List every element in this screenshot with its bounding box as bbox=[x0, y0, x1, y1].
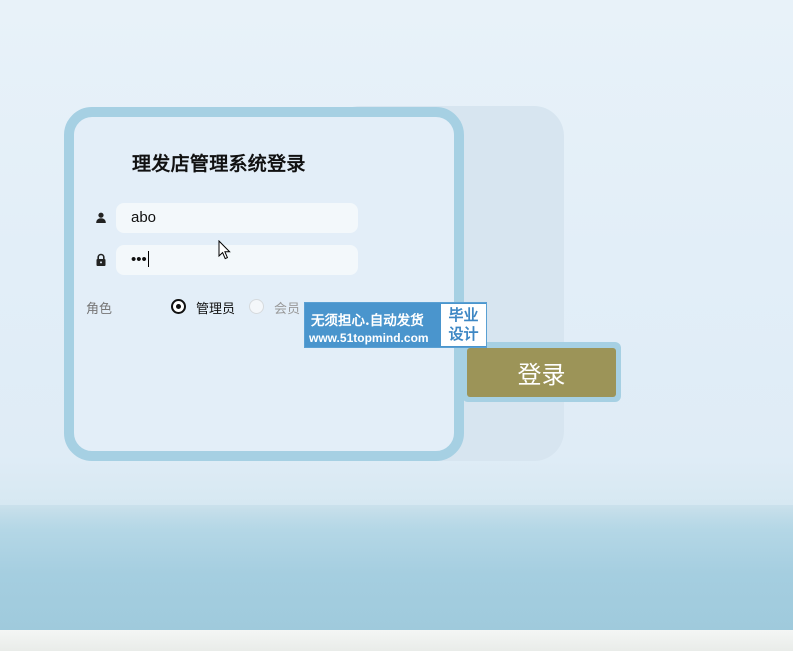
sea-background bbox=[0, 505, 793, 631]
lock-icon bbox=[96, 253, 106, 266]
login-button[interactable]: 登录 bbox=[467, 348, 616, 397]
watermark-text-1: 无须担心.自动发货 bbox=[311, 313, 424, 329]
radio-member[interactable] bbox=[249, 299, 264, 314]
radio-admin[interactable] bbox=[171, 299, 186, 314]
username-input[interactable]: abo bbox=[116, 203, 358, 233]
radio-admin-label[interactable]: 管理员 bbox=[196, 298, 235, 317]
text-caret bbox=[147, 251, 149, 267]
password-value: ••• bbox=[131, 251, 147, 268]
radio-member-label[interactable]: 会员 bbox=[274, 298, 300, 317]
watermark-tag-line2: 设计 bbox=[448, 325, 479, 343]
password-input[interactable]: ••• bbox=[116, 245, 358, 275]
user-icon bbox=[96, 212, 106, 223]
role-label: 角色 bbox=[86, 302, 113, 317]
watermark-url: www.51topmind.com bbox=[309, 331, 429, 345]
watermark-tag-line1: 毕业 bbox=[448, 306, 479, 324]
login-page: { "form": { "title": "理发店管理系统登录", "usern… bbox=[0, 0, 793, 651]
mouse-cursor-icon bbox=[218, 240, 231, 260]
beach-strip bbox=[0, 630, 793, 651]
login-title: 理发店管理系统登录 bbox=[132, 153, 306, 175]
watermark-badge: 无须担心.自动发货 www.51topmind.com 毕业 设计 bbox=[304, 302, 487, 348]
watermark-tag: 毕业 设计 bbox=[441, 304, 486, 346]
username-value: abo bbox=[131, 209, 157, 226]
